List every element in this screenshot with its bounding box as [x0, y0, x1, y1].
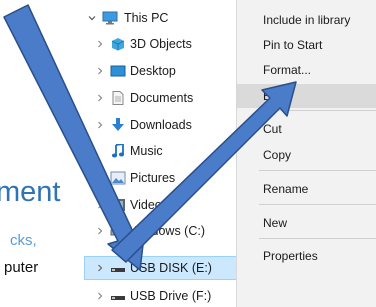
slide-body-fragment: puter	[4, 259, 39, 276]
tree-item-label: Music	[130, 144, 163, 158]
menu-item-cut[interactable]: Cut	[237, 117, 376, 141]
pictures-icon	[110, 171, 126, 185]
video-icon	[110, 198, 126, 212]
menu-item-include-in-library[interactable]: Include in library	[237, 8, 376, 32]
tree-item-label: Downloads	[130, 118, 192, 132]
menu-item-label: Properties	[263, 249, 318, 263]
usb-drive-icon	[110, 261, 126, 275]
menu-item-eject[interactable]: Eject	[237, 84, 376, 108]
tree-item-label: Videos	[130, 198, 168, 212]
tree-item-pictures[interactable]: Pictures	[84, 165, 246, 191]
tree-item-videos[interactable]: Videos	[84, 192, 246, 218]
navigation-pane: This PC 3D Objects Desktop Documents Dow…	[84, 0, 246, 307]
tree-item-label: Windows (C:)	[130, 224, 206, 238]
tree-item-label: 3D Objects	[130, 37, 192, 51]
context-menu: Include in library Pin to Start Format..…	[236, 0, 376, 307]
tree-item-label: Desktop	[130, 64, 176, 78]
chevron-right-icon[interactable]	[94, 225, 106, 237]
menu-separator	[259, 238, 376, 239]
chevron-right-icon[interactable]	[94, 199, 106, 211]
menu-separator	[259, 204, 376, 205]
tree-item-label: USB Drive (F:)	[130, 289, 212, 303]
tree-item-this-pc[interactable]: This PC	[84, 5, 246, 31]
menu-item-label: New	[263, 216, 288, 230]
desktop-icon	[110, 64, 126, 78]
music-note-icon	[110, 144, 126, 158]
tree-item-desktop[interactable]: Desktop	[84, 58, 246, 84]
menu-item-label: Rename	[263, 182, 309, 196]
menu-separator	[259, 170, 376, 171]
chevron-right-icon[interactable]	[94, 38, 106, 50]
chevron-right-icon[interactable]	[94, 119, 106, 131]
cube-icon	[110, 37, 126, 51]
chevron-right-icon[interactable]	[94, 92, 106, 104]
chevron-right-icon[interactable]	[94, 172, 106, 184]
menu-item-rename[interactable]: Rename	[237, 177, 376, 201]
tree-item-windows-c[interactable]: Windows (C:)	[84, 218, 246, 244]
menu-item-label: Cut	[263, 122, 282, 136]
menu-item-format[interactable]: Format...	[237, 58, 376, 82]
chevron-right-icon[interactable]	[94, 262, 106, 274]
menu-item-copy[interactable]: Copy	[237, 143, 376, 167]
tree-item-label: Pictures	[130, 171, 176, 185]
tree-item-3d-objects[interactable]: 3D Objects	[84, 31, 246, 57]
tree-item-usb-drive-f[interactable]: USB Drive (F:)	[84, 283, 246, 307]
menu-separator	[259, 110, 376, 111]
download-arrow-icon	[110, 118, 126, 132]
menu-item-label: Eject	[263, 89, 290, 103]
document-icon	[110, 91, 126, 105]
menu-item-pin-to-start[interactable]: Pin to Start	[237, 33, 376, 57]
menu-item-label: Pin to Start	[263, 38, 323, 52]
chevron-right-icon[interactable]	[94, 65, 106, 77]
chevron-right-icon[interactable]	[94, 290, 106, 302]
slide-subtext-fragment: cks,	[10, 232, 37, 249]
tree-item-label: USB DISK (E:)	[130, 261, 212, 275]
tree-item-music[interactable]: Music	[84, 138, 246, 164]
menu-item-properties[interactable]: Properties	[237, 244, 376, 268]
tree-item-downloads[interactable]: Downloads	[84, 112, 246, 138]
menu-item-label: Format...	[263, 63, 312, 77]
tree-item-label: Documents	[130, 91, 194, 105]
slide-heading-fragment: ment	[0, 176, 61, 208]
monitor-icon	[102, 11, 118, 25]
tree-item-usb-disk-e[interactable]: USB DISK (E:)	[84, 256, 246, 280]
menu-item-new[interactable]: New	[237, 211, 376, 235]
tree-item-label: This PC	[124, 11, 169, 25]
usb-drive-icon	[110, 289, 126, 303]
chevron-down-icon[interactable]	[86, 12, 98, 24]
tree-item-documents[interactable]: Documents	[84, 85, 246, 111]
drive-icon	[110, 224, 126, 238]
menu-item-label: Copy	[263, 148, 292, 162]
menu-item-label: Include in library	[263, 13, 351, 27]
